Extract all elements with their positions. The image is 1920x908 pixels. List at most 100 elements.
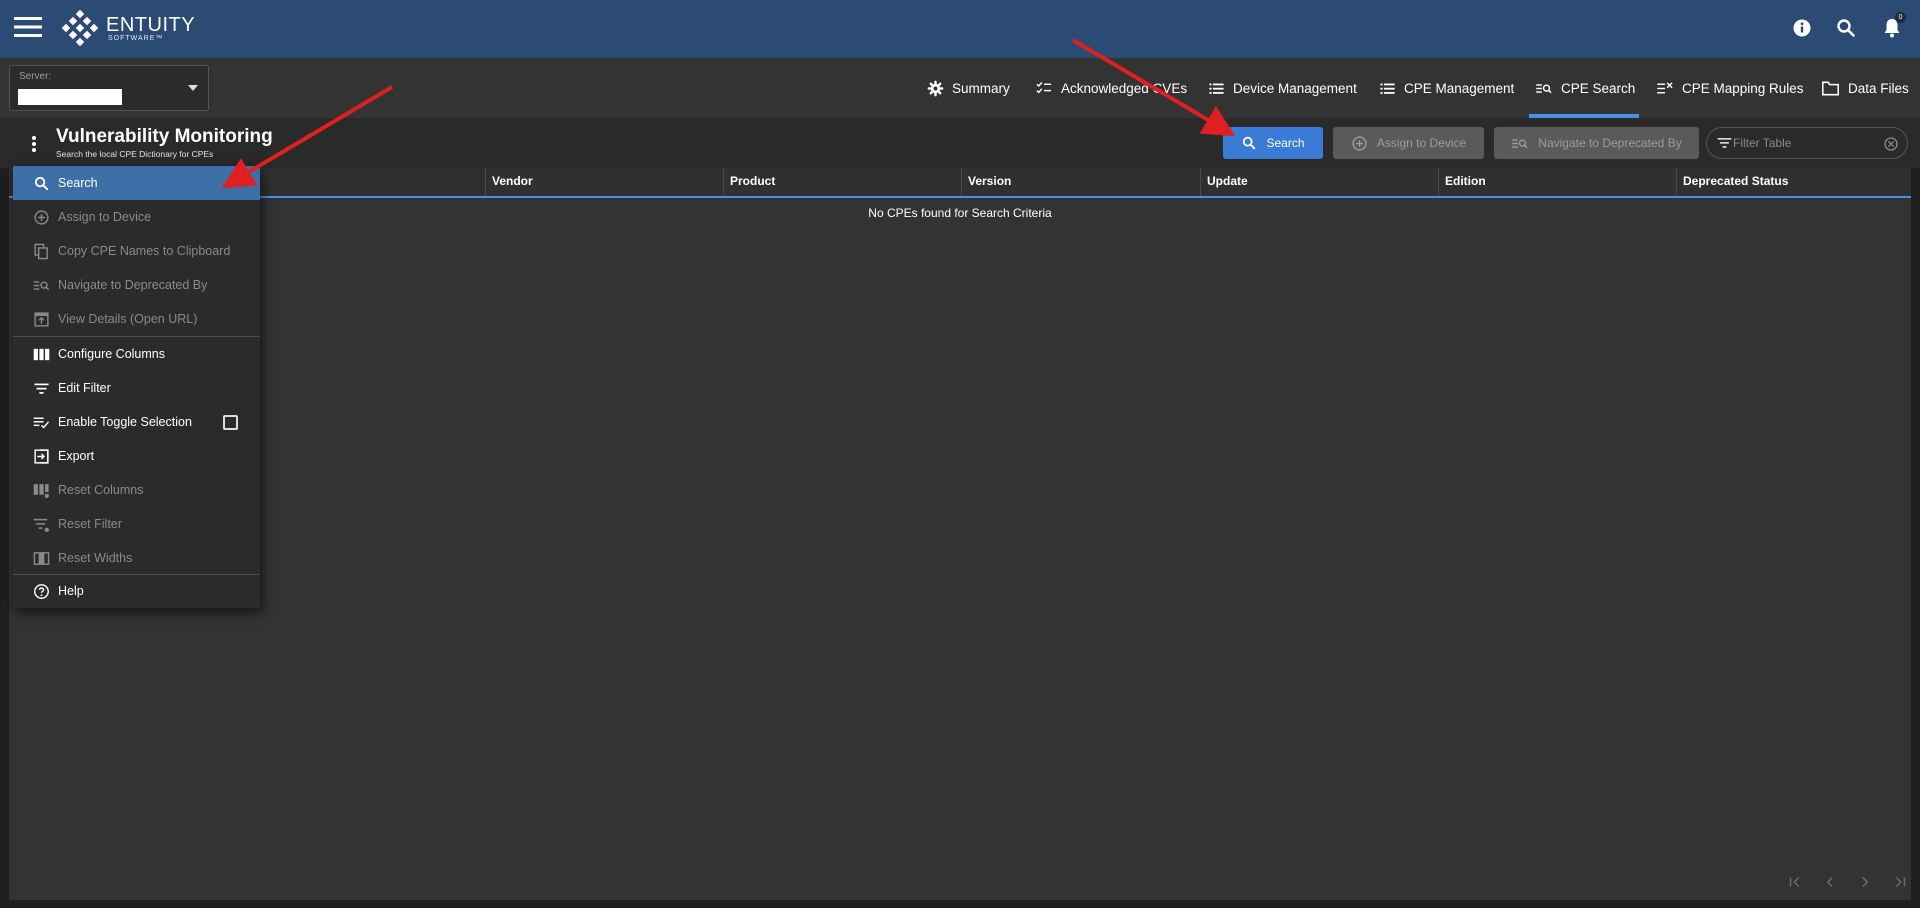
brand-tagline: SOFTWARE™ xyxy=(108,35,164,42)
menu-item-copy-cpe-names[interactable]: Copy CPE Names to Clipboard xyxy=(13,234,260,268)
cpe-results-table: Title Vendor Product Version Update Edit… xyxy=(9,168,1911,900)
reset-filter-icon xyxy=(33,518,49,532)
menu-item-navigate-to-deprecated-by[interactable]: Navigate to Deprecated By xyxy=(13,268,260,302)
column-header-edition[interactable]: Edition xyxy=(1438,168,1676,196)
menu-item-reset-filter-label: Reset Filter xyxy=(58,517,122,531)
tab-device-management-label: Device Management xyxy=(1233,80,1357,96)
menu-item-reset-columns[interactable]: Reset Columns xyxy=(13,473,260,507)
hamburger-menu-icon[interactable] xyxy=(14,15,42,39)
menu-item-edit-filter[interactable]: Edit Filter xyxy=(13,371,260,405)
menu-item-configure-columns-label: Configure Columns xyxy=(58,347,165,361)
more-vert-icon[interactable] xyxy=(26,134,42,154)
menu-item-help[interactable]: Help xyxy=(13,574,260,608)
server-value-field xyxy=(18,89,122,105)
column-header-product[interactable]: Product xyxy=(723,168,961,196)
gear-icon xyxy=(927,80,944,96)
search-list-icon xyxy=(1536,83,1552,93)
navigate-to-deprecated-by-button-label: Navigate to Deprecated By xyxy=(1538,136,1682,150)
server-label: Server: xyxy=(19,71,52,82)
notification-count-badge: 0 xyxy=(1895,12,1906,23)
menu-item-assign-to-device[interactable]: Assign to Device xyxy=(13,200,260,234)
next-page-icon[interactable] xyxy=(1856,873,1874,891)
folder-icon xyxy=(1822,81,1839,95)
page-subtitle: Search the local CPE Dictionary for CPEs xyxy=(56,149,214,159)
menu-item-configure-columns[interactable]: Configure Columns xyxy=(13,337,260,371)
add-circle-icon xyxy=(34,209,49,225)
tab-acknowledged-cves-label: Acknowledged CVEs xyxy=(1061,80,1188,96)
list-icon xyxy=(1380,83,1395,94)
search-button-label: Search xyxy=(1266,136,1305,150)
tab-acknowledged-cves[interactable]: Acknowledged CVEs xyxy=(1035,58,1187,118)
menu-item-reset-widths[interactable]: Reset Widths xyxy=(13,541,260,575)
filter-table-input[interactable] xyxy=(1733,134,1873,152)
menu-item-enable-toggle-selection-label: Enable Toggle Selection xyxy=(58,415,192,429)
menu-item-navigate-to-deprecated-by-label: Navigate to Deprecated By xyxy=(58,278,208,292)
brand-name: ENTUITY xyxy=(106,14,196,36)
reset-widths-icon xyxy=(33,551,50,565)
search-icon[interactable] xyxy=(1834,16,1858,40)
last-page-icon[interactable] xyxy=(1891,873,1909,891)
info-icon[interactable] xyxy=(1790,16,1814,40)
copy-icon xyxy=(34,243,48,259)
tab-cpe-management[interactable]: CPE Management xyxy=(1379,58,1514,118)
column-header-update[interactable]: Update xyxy=(1200,168,1438,196)
entuity-logo-icon xyxy=(61,10,99,46)
column-header-deprecated-status[interactable]: Deprecated Status xyxy=(1676,168,1911,196)
menu-item-search-label: Search xyxy=(58,176,98,190)
menu-item-copy-cpe-names-label: Copy CPE Names to Clipboard xyxy=(58,244,231,258)
menu-item-view-details[interactable]: View Details (Open URL) xyxy=(13,302,260,336)
tab-cpe-mapping-rules-label: CPE Mapping Rules xyxy=(1682,80,1804,96)
previous-page-icon[interactable] xyxy=(1821,873,1839,891)
chevron-down-icon xyxy=(188,85,198,91)
filter-table-field xyxy=(1706,127,1908,159)
tab-summary-label: Summary xyxy=(952,80,1010,96)
column-header-vendor[interactable]: Vendor xyxy=(485,168,723,196)
columns-icon xyxy=(33,348,50,360)
tab-cpe-management-label: CPE Management xyxy=(1404,80,1515,96)
menu-item-export[interactable]: Export xyxy=(13,439,260,473)
server-select[interactable]: Server: xyxy=(9,65,209,111)
menu-item-help-label: Help xyxy=(58,584,84,598)
help-icon xyxy=(34,583,49,599)
search-button[interactable]: Search xyxy=(1223,127,1323,159)
empty-table-message: No CPEs found for Search Criteria xyxy=(868,206,1052,220)
menu-item-edit-filter-label: Edit Filter xyxy=(58,381,111,395)
search-icon xyxy=(1243,136,1256,150)
list-icon xyxy=(1209,83,1224,94)
app-header: ENTUITY SOFTWARE™ 0 xyxy=(0,0,1920,58)
toggle-selection-checkbox[interactable] xyxy=(223,414,238,430)
table-header: Title Vendor Product Version Update Edit… xyxy=(9,168,1911,198)
search-list-icon xyxy=(1512,138,1528,148)
navigate-to-deprecated-by-button[interactable]: Navigate to Deprecated By xyxy=(1494,127,1699,159)
first-page-icon[interactable] xyxy=(1786,873,1804,891)
menu-item-export-label: Export xyxy=(58,449,95,463)
column-header-version[interactable]: Version xyxy=(961,168,1200,196)
tab-data-files-label: Data Files xyxy=(1848,80,1909,96)
tab-cpe-search[interactable]: CPE Search xyxy=(1535,58,1635,118)
list-x-icon xyxy=(1657,81,1673,93)
export-icon xyxy=(34,448,49,464)
tab-summary[interactable]: Summary xyxy=(927,58,1010,118)
reset-columns-icon xyxy=(33,483,49,498)
toggle-list-icon xyxy=(33,417,50,428)
filter-icon xyxy=(1717,138,1732,148)
tab-cpe-mapping-rules[interactable]: CPE Mapping Rules xyxy=(1656,58,1804,118)
tab-data-files[interactable]: Data Files xyxy=(1821,58,1909,118)
nav-bar: Server: Summary Acknowledged CVEs Device… xyxy=(0,58,1920,118)
page-toolbar: Vulnerability Monitoring Search the loca… xyxy=(0,118,1920,168)
search-icon xyxy=(34,176,49,190)
assign-to-device-button[interactable]: Assign to Device xyxy=(1333,127,1484,159)
menu-item-reset-filter[interactable]: Reset Filter xyxy=(13,507,260,541)
tab-device-management[interactable]: Device Management xyxy=(1208,58,1357,118)
tab-cpe-search-label: CPE Search xyxy=(1561,80,1636,96)
page-title: Vulnerability Monitoring xyxy=(56,126,273,147)
add-circle-icon xyxy=(1352,135,1367,151)
filter-icon xyxy=(34,383,49,394)
menu-item-view-details-label: View Details (Open URL) xyxy=(58,312,198,326)
menu-item-search[interactable]: Search xyxy=(13,166,260,200)
menu-item-reset-columns-label: Reset Columns xyxy=(58,483,144,497)
clear-filter-icon[interactable] xyxy=(1883,136,1899,152)
menu-item-enable-toggle-selection[interactable]: Enable Toggle Selection xyxy=(13,405,260,439)
menu-item-assign-to-device-label: Assign to Device xyxy=(58,210,152,224)
open-in-new-icon xyxy=(34,311,49,327)
